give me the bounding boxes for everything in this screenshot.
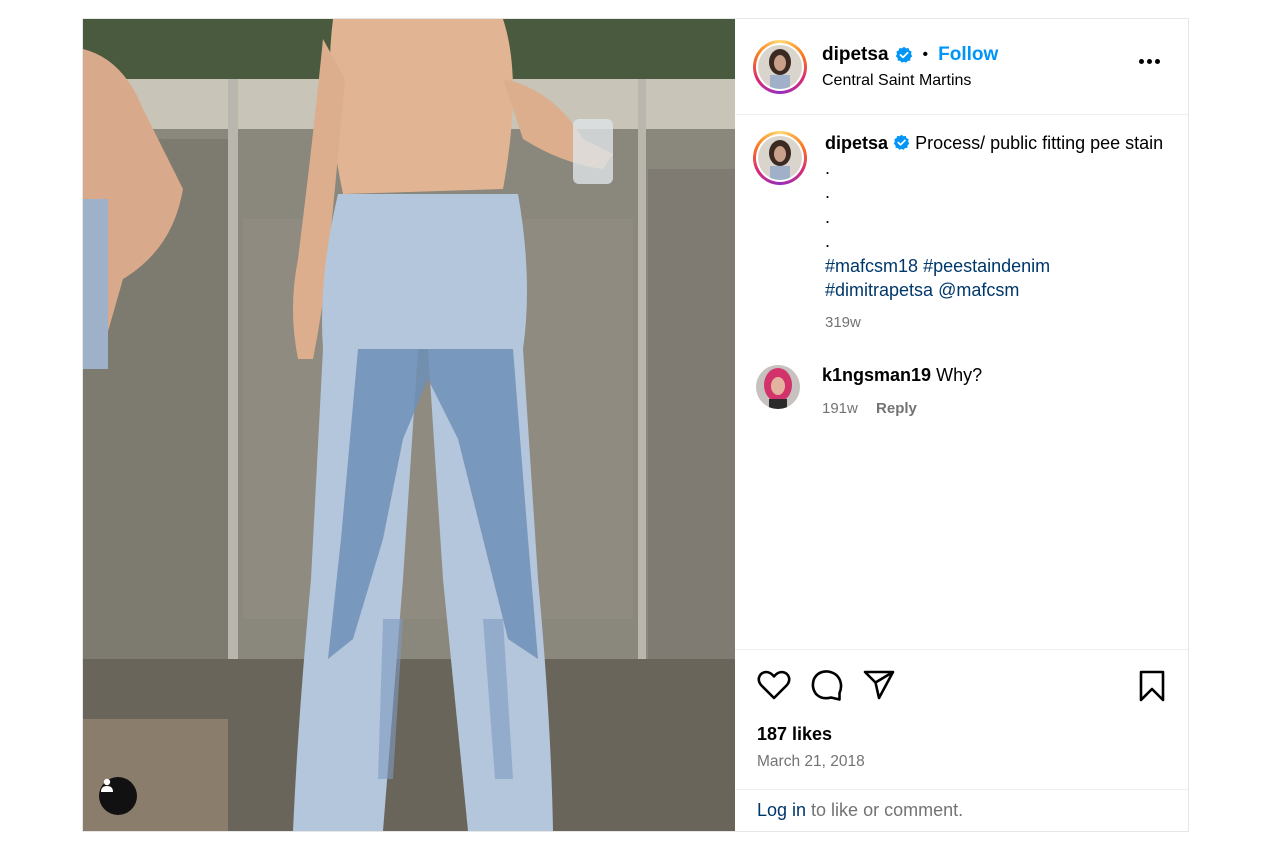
post-photo-illustration xyxy=(83,19,735,831)
user-tag-icon xyxy=(101,778,113,792)
comment-item: k1ngsman19 Why? 191w Reply xyxy=(753,365,1170,417)
action-bar: 187 likes March 21, 2018 xyxy=(735,649,1188,789)
caption-avatar[interactable] xyxy=(753,131,807,185)
caption-dot: . xyxy=(825,231,831,251)
comments-section: dipetsa Process/ public fitting pee stai… xyxy=(735,115,1188,649)
comment-text: Why? xyxy=(936,365,983,385)
mention-link[interactable]: @mafcsm xyxy=(938,280,1019,300)
follow-button[interactable]: Follow xyxy=(938,44,998,66)
likes-count[interactable]: 187 likes xyxy=(757,724,1166,745)
user-tag-button[interactable] xyxy=(99,777,137,815)
reply-button[interactable]: Reply xyxy=(876,400,917,417)
bookmark-icon[interactable] xyxy=(1138,670,1166,702)
hashtag-link[interactable]: #peestaindenim xyxy=(923,256,1050,276)
author-avatar-image xyxy=(758,44,802,89)
hashtag-link[interactable]: #mafcsm18 xyxy=(825,256,918,276)
verified-badge-icon xyxy=(895,46,913,64)
caption-username[interactable]: dipetsa xyxy=(825,133,888,153)
commenter-avatar[interactable] xyxy=(756,365,800,409)
instagram-post: dipetsa • Follow Central Saint Martins d… xyxy=(82,18,1189,832)
separator-dot: • xyxy=(922,45,929,63)
caption-avatar-image xyxy=(758,136,802,180)
login-prompt: Log in to like or comment. xyxy=(735,789,1188,831)
login-link[interactable]: Log in xyxy=(757,800,806,821)
comment-timestamp[interactable]: 191w xyxy=(822,400,858,417)
heart-icon[interactable] xyxy=(757,670,791,700)
caption-timestamp[interactable]: 319w xyxy=(825,311,1170,336)
more-options-icon[interactable] xyxy=(1139,59,1160,64)
post-date[interactable]: March 21, 2018 xyxy=(757,753,1166,771)
caption-dot: . xyxy=(825,206,831,227)
author-username[interactable]: dipetsa xyxy=(822,44,889,66)
comment-icon[interactable] xyxy=(811,669,843,701)
post-sidebar: dipetsa • Follow Central Saint Martins d… xyxy=(735,19,1188,831)
caption: dipetsa Process/ public fitting pee stai… xyxy=(753,131,1170,335)
comment-username[interactable]: k1ngsman19 xyxy=(822,365,931,385)
caption-dot: . xyxy=(825,182,831,202)
hashtag-link[interactable]: #dimitrapetsa xyxy=(825,280,933,300)
share-icon[interactable] xyxy=(863,670,895,700)
verified-badge-icon xyxy=(893,134,910,151)
login-prompt-text: to like or comment. xyxy=(811,800,964,820)
post-image[interactable] xyxy=(83,19,735,831)
commenter-avatar-image xyxy=(756,365,800,409)
post-header: dipetsa • Follow Central Saint Martins xyxy=(735,19,1188,115)
author-avatar[interactable] xyxy=(753,39,807,94)
post-location[interactable]: Central Saint Martins xyxy=(822,72,998,90)
